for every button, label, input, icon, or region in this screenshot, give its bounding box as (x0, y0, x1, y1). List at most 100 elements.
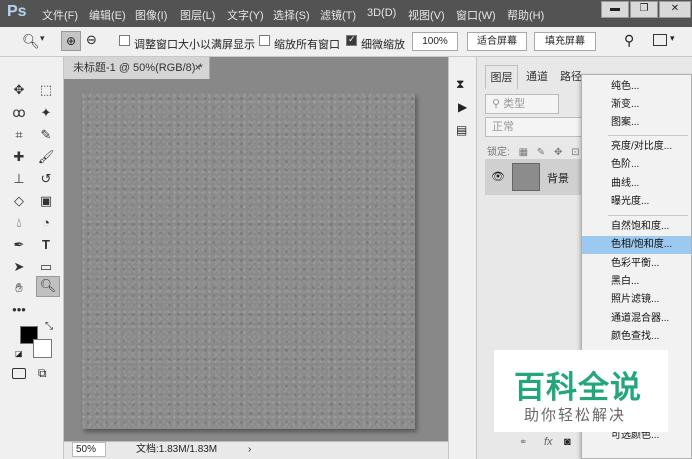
restore-button[interactable]: ❐ (630, 1, 658, 18)
menu-file[interactable]: 文件(F) (42, 7, 78, 23)
visibility-eye-icon[interactable]: 👁︎ (491, 170, 505, 183)
background-color-swatch[interactable] (33, 339, 52, 358)
document-canvas[interactable] (82, 93, 415, 429)
menu-item-pattern[interactable]: 图案... (582, 114, 691, 132)
default-colors-icon[interactable]: ◪ (15, 349, 23, 358)
crop-tool-icon[interactable]: ⌗ (9, 126, 29, 144)
zoom-in-icon[interactable]: ⊕ (61, 31, 81, 51)
zoom-100-button[interactable]: 100% (412, 32, 458, 51)
menu-view[interactable]: 视图(V) (408, 7, 445, 23)
fit-screen-button[interactable]: 适合屏幕 (467, 32, 527, 51)
zoom-all-label: 缩放所有窗口 (274, 39, 340, 51)
menu-item-black-white[interactable]: 黑白... (582, 273, 691, 291)
workspace-icon[interactable] (653, 34, 667, 46)
quick-select-tool-icon[interactable]: ✦ (36, 104, 56, 122)
menu-help[interactable]: 帮助(H) (507, 7, 544, 23)
menu-item-brightness-contrast[interactable]: 亮度/对比度... (582, 138, 691, 156)
watermark: 百科全说 助你轻松解决 (494, 350, 668, 432)
menu-item-color-lookup[interactable]: 颜色查找... (582, 328, 691, 346)
menu-item-solid-color[interactable]: 纯色... (582, 78, 691, 96)
options-bar: 🔍︎ ▾ ⊕ ⊖ 调整窗口大小以满屏显示 缩放所有窗口 细微缩放 100% 适合… (0, 27, 692, 57)
more-tools-icon[interactable]: ••• (9, 301, 29, 319)
lock-artboard-icon[interactable]: ⊡ (571, 147, 579, 158)
tab-channels[interactable]: 通道 (521, 65, 553, 89)
link-layers-icon[interactable]: ⚭ (519, 437, 527, 448)
menu-separator (608, 215, 688, 216)
actions-play-icon[interactable]: ▶ (458, 100, 467, 114)
menu-select[interactable]: 选择(S) (273, 7, 310, 23)
menu-image[interactable]: 图像(I) (135, 7, 167, 23)
healing-brush-icon[interactable]: ✚ (9, 148, 29, 166)
lock-label: 锁定: (487, 147, 510, 158)
fill-screen-button[interactable]: 填充屏幕 (534, 32, 596, 51)
lasso-tool-icon[interactable]: ꝏ (9, 104, 29, 122)
zoom-out-icon[interactable]: ⊖ (86, 32, 97, 48)
hand-tool-icon[interactable]: ✋︎ (9, 279, 29, 297)
menu-separator (608, 135, 688, 136)
zoom-tool-selected-icon[interactable]: 🔍︎ (36, 276, 60, 297)
tab-layers[interactable]: 图层 (485, 65, 518, 89)
menu-item-color-balance[interactable]: 色彩平衡... (582, 255, 691, 273)
menu-item-gradient[interactable]: 渐变... (582, 96, 691, 114)
swap-colors-icon[interactable]: ⤡ (45, 321, 53, 332)
resize-windows-checkbox[interactable] (119, 35, 130, 46)
eyedropper-tool-icon[interactable]: ✎ (36, 126, 56, 144)
menu-filter[interactable]: 滤镜(T) (320, 7, 356, 23)
lock-pixels-icon[interactable]: ✎ (537, 147, 545, 158)
screen-mode-icon[interactable]: ⧉ (38, 366, 47, 381)
menu-layer[interactable]: 图层(L) (180, 7, 215, 23)
menu-item-exposure[interactable]: 曝光度... (582, 193, 691, 211)
add-mask-icon[interactable]: ◙ (564, 436, 571, 448)
minimize-button[interactable]: ▬ (601, 1, 629, 18)
menu-item-curves[interactable]: 曲线... (582, 175, 691, 193)
collapsed-panel-strip: ⧗ ▶ ▤ (448, 57, 476, 459)
menu-item-channel-mixer[interactable]: 通道混合器... (582, 310, 691, 328)
quick-mask-icon[interactable] (12, 368, 26, 379)
marquee-tool-icon[interactable]: ⬚ (36, 81, 56, 99)
menu-type[interactable]: 文字(Y) (227, 7, 264, 23)
zoom-tool-icon[interactable]: 🔍︎ (22, 33, 40, 50)
zoom-all-checkbox[interactable] (259, 35, 270, 46)
history-panel-icon[interactable]: ⧗ (456, 77, 464, 92)
dodge-tool-icon[interactable]: ◔ (36, 214, 56, 232)
eraser-tool-icon[interactable]: ◇ (9, 192, 29, 210)
scrubby-zoom-checkbox[interactable] (346, 34, 357, 46)
zoom-level-field[interactable]: 50% (72, 442, 106, 457)
menu-item-hue-saturation[interactable]: 色相/饱和度... (582, 236, 691, 254)
close-button[interactable]: ✕ (659, 1, 691, 18)
photoshop-logo: Ps (7, 3, 27, 20)
resize-windows-label: 调整窗口大小以满屏显示 (134, 39, 255, 51)
blur-tool-icon[interactable]: 💧︎ (9, 214, 29, 232)
clone-stamp-icon[interactable]: ⊥ (9, 170, 29, 188)
watermark-title: 百科全说 (514, 370, 642, 405)
brush-tool-icon[interactable]: 🖌︎ (36, 148, 56, 166)
layer-name: 背景 (547, 173, 569, 185)
type-tool-icon[interactable]: T (36, 236, 56, 254)
menu-item-photo-filter[interactable]: 照片滤镜... (582, 291, 691, 309)
lock-transparent-icon[interactable]: ▦ (519, 147, 528, 158)
search-icon[interactable]: ⚲ (624, 32, 634, 49)
menu-window[interactable]: 窗口(W) (456, 7, 496, 23)
menu-edit[interactable]: 编辑(E) (89, 7, 126, 23)
gradient-tool-icon[interactable]: ▣ (36, 192, 56, 210)
rectangle-tool-icon[interactable]: ▭ (36, 258, 56, 276)
menu-item-levels[interactable]: 色阶... (582, 156, 691, 174)
status-chevron-icon[interactable]: › (248, 442, 251, 458)
lock-row: 锁定: ▦ ✎ ✥ ⊡ (487, 143, 580, 158)
move-tool-icon[interactable]: ✥ (9, 81, 29, 99)
properties-panel-icon[interactable]: ▤ (456, 123, 467, 137)
chevron-down-icon[interactable]: ▾ (40, 33, 45, 44)
layer-style-icon[interactable]: fx (544, 436, 553, 448)
document-tab[interactable]: 未标题-1 @ 50%(RGB/8) * × (64, 57, 210, 79)
document-size-info: 文档:1.83M/1.83M (136, 444, 218, 455)
close-tab-icon[interactable]: × (195, 57, 201, 79)
pen-tool-icon[interactable]: ✒ (9, 236, 29, 254)
path-select-icon[interactable]: ➤ (9, 258, 29, 276)
menu-item-vibrance[interactable]: 自然饱和度... (582, 218, 691, 236)
layer-filter-field[interactable]: ⚲ 类型 (485, 94, 559, 114)
menu-3d[interactable]: 3D(D) (367, 7, 396, 19)
blend-mode-select[interactable]: 正常 (485, 117, 583, 137)
history-brush-icon[interactable]: ↺ (36, 170, 56, 188)
workspace-chevron-icon[interactable]: ▾ (670, 33, 675, 44)
lock-position-icon[interactable]: ✥ (554, 147, 562, 158)
